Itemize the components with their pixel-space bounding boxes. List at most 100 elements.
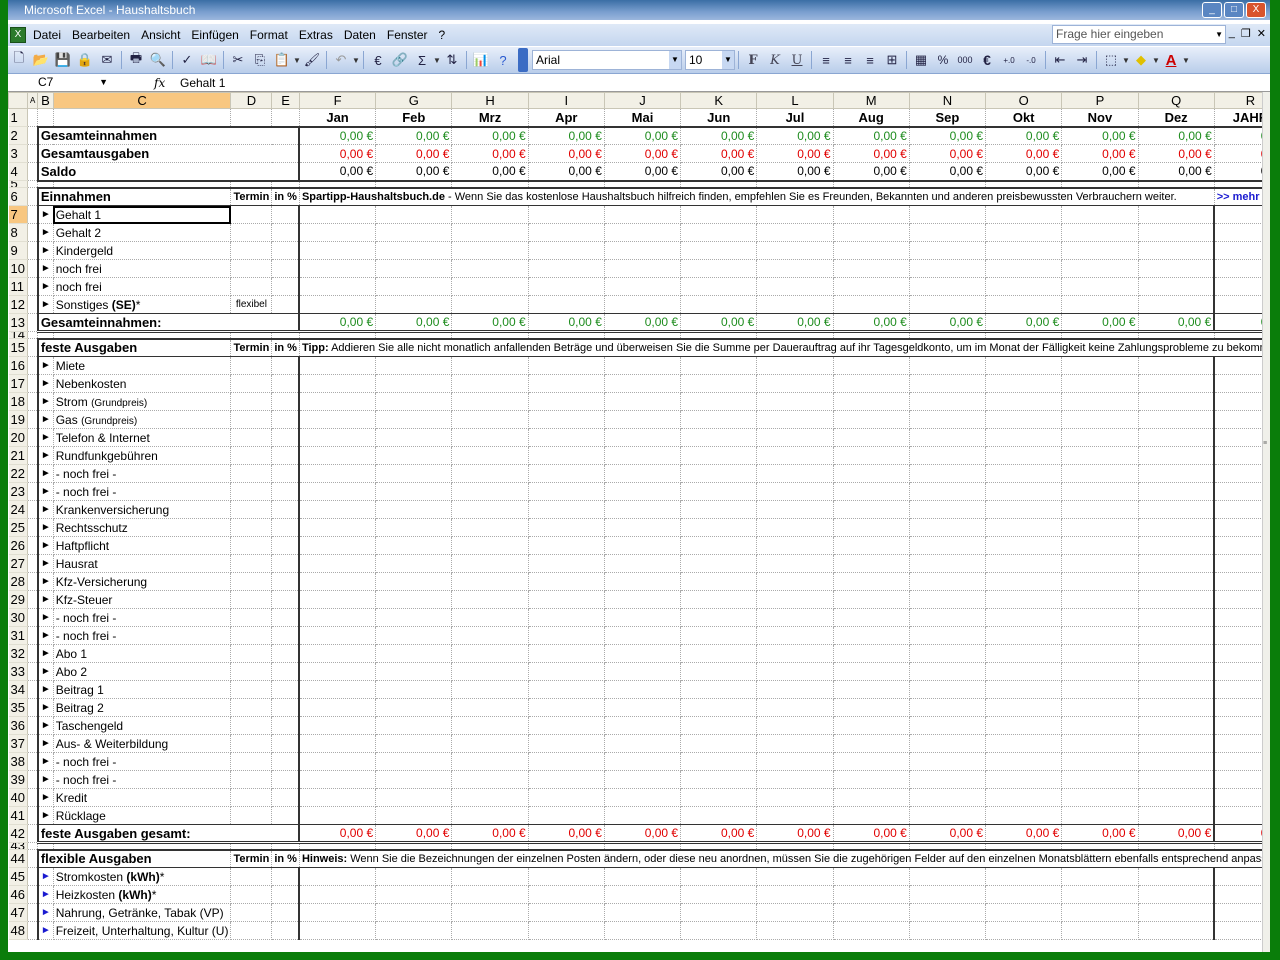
cell[interactable] xyxy=(1138,180,1215,188)
month-value-cell[interactable] xyxy=(1213,518,1262,537)
column-header-r[interactable]: R xyxy=(1213,92,1262,109)
month-value-cell[interactable] xyxy=(604,205,682,224)
month-value-cell[interactable] xyxy=(985,392,1063,411)
month-value-cell[interactable] xyxy=(1138,464,1215,483)
month-value-cell[interactable] xyxy=(833,392,910,411)
percent-cell[interactable] xyxy=(271,241,300,260)
month-value-cell[interactable] xyxy=(909,626,987,645)
cell[interactable] xyxy=(909,331,987,339)
month-value-cell[interactable] xyxy=(1213,680,1262,699)
month-value-cell[interactable] xyxy=(528,752,605,771)
item-label[interactable]: noch frei xyxy=(53,259,232,278)
underline-button[interactable]: U xyxy=(786,49,808,71)
total-value[interactable]: 0,00 € xyxy=(528,313,605,333)
cell[interactable] xyxy=(53,842,232,850)
month-value-cell[interactable] xyxy=(909,295,987,314)
month-value-cell[interactable] xyxy=(528,295,605,314)
summary-value[interactable]: 0,00 xyxy=(1214,144,1262,163)
month-value-cell[interactable] xyxy=(833,295,910,314)
month-value-cell[interactable] xyxy=(298,788,377,807)
month-value-cell[interactable] xyxy=(1138,608,1215,627)
percent-cell[interactable] xyxy=(271,446,300,465)
month-value-cell[interactable] xyxy=(756,205,834,224)
percent-cell[interactable] xyxy=(271,608,300,627)
month-value-cell[interactable] xyxy=(451,259,529,278)
termin-cell[interactable] xyxy=(230,410,273,429)
summary-value[interactable]: 0,00 € xyxy=(1138,162,1215,182)
month-value-cell[interactable] xyxy=(756,590,834,609)
month-value-cell[interactable] xyxy=(833,806,910,825)
month-header[interactable]: Sep xyxy=(909,108,987,128)
column-header-k[interactable]: K xyxy=(680,92,758,109)
cell[interactable] xyxy=(271,180,300,188)
termin-cell[interactable] xyxy=(230,392,273,411)
arrow-icon[interactable]: ► xyxy=(36,518,54,537)
month-value-cell[interactable] xyxy=(680,590,758,609)
cell[interactable] xyxy=(27,716,39,735)
cell[interactable] xyxy=(27,446,39,465)
arrow-icon[interactable]: ► xyxy=(36,806,54,825)
month-value-cell[interactable] xyxy=(375,428,453,447)
month-value-cell[interactable] xyxy=(1138,752,1215,771)
total-value[interactable]: 0,00 € xyxy=(375,824,453,844)
month-value-cell[interactable] xyxy=(528,644,605,663)
cell[interactable] xyxy=(27,162,39,181)
month-value-cell[interactable] xyxy=(1213,921,1262,940)
month-value-cell[interactable] xyxy=(1213,259,1262,278)
cell[interactable] xyxy=(27,572,39,591)
month-value-cell[interactable] xyxy=(680,464,758,483)
month-value-cell[interactable] xyxy=(604,277,682,296)
merge-center-icon[interactable]: ⊞ xyxy=(881,49,903,71)
month-value-cell[interactable] xyxy=(1061,806,1139,825)
cell[interactable] xyxy=(833,331,910,339)
month-value-cell[interactable] xyxy=(298,921,377,940)
cell[interactable] xyxy=(27,126,39,145)
month-value-cell[interactable] xyxy=(1213,356,1262,375)
row-header[interactable]: 38 xyxy=(8,752,28,771)
toolbar-grip[interactable] xyxy=(518,48,528,72)
row-header[interactable]: 14 xyxy=(8,331,28,339)
total-value[interactable]: 0,00 € xyxy=(909,824,987,844)
doc-close-button[interactable]: ✕ xyxy=(1257,27,1266,40)
row-header[interactable]: 25 xyxy=(8,518,28,537)
column-header-b[interactable]: B xyxy=(37,92,54,109)
cell[interactable] xyxy=(271,108,300,127)
month-value-cell[interactable] xyxy=(375,608,453,627)
cell[interactable] xyxy=(1061,331,1139,339)
month-value-cell[interactable] xyxy=(604,410,682,429)
total-value[interactable]: 0,00 € xyxy=(1061,313,1139,333)
item-label[interactable]: - noch frei - xyxy=(53,482,232,501)
item-label[interactable]: Strom (Grundpreis) xyxy=(53,392,232,411)
column-header-e[interactable]: E xyxy=(271,92,300,109)
summary-value[interactable]: 0,00 € xyxy=(909,144,987,163)
month-value-cell[interactable] xyxy=(833,662,910,681)
arrow-icon[interactable]: ► xyxy=(36,241,54,260)
month-value-cell[interactable] xyxy=(909,482,987,501)
month-value-cell[interactable] xyxy=(604,392,682,411)
summary-value[interactable]: 0,00 € xyxy=(298,144,377,163)
percent-cell[interactable] xyxy=(271,590,300,609)
cell[interactable] xyxy=(1214,842,1262,850)
month-value-cell[interactable] xyxy=(680,680,758,699)
excel-icon[interactable]: X xyxy=(10,27,26,43)
month-value-cell[interactable] xyxy=(604,500,682,519)
month-value-cell[interactable] xyxy=(528,867,605,886)
month-value-cell[interactable] xyxy=(1061,716,1139,735)
percent-style-button[interactable]: % xyxy=(932,49,954,71)
month-header[interactable]: Mai xyxy=(604,108,682,128)
month-value-cell[interactable] xyxy=(1213,788,1262,807)
cell[interactable] xyxy=(53,180,232,188)
menu-einfuegen[interactable]: Einfügen xyxy=(188,28,246,42)
month-value-cell[interactable] xyxy=(1138,716,1215,735)
summary-value[interactable]: 0,00 € xyxy=(833,125,910,145)
item-label[interactable]: Beitrag 1 xyxy=(53,680,232,699)
month-value-cell[interactable] xyxy=(1061,608,1139,627)
month-value-cell[interactable] xyxy=(833,554,910,573)
month-value-cell[interactable] xyxy=(1213,374,1262,393)
decrease-indent-icon[interactable]: ⇤ xyxy=(1049,49,1071,71)
month-value-cell[interactable] xyxy=(1061,518,1139,537)
month-value-cell[interactable] xyxy=(451,626,529,645)
month-value-cell[interactable] xyxy=(298,608,377,627)
month-value-cell[interactable] xyxy=(1138,205,1215,224)
month-value-cell[interactable] xyxy=(833,752,910,771)
